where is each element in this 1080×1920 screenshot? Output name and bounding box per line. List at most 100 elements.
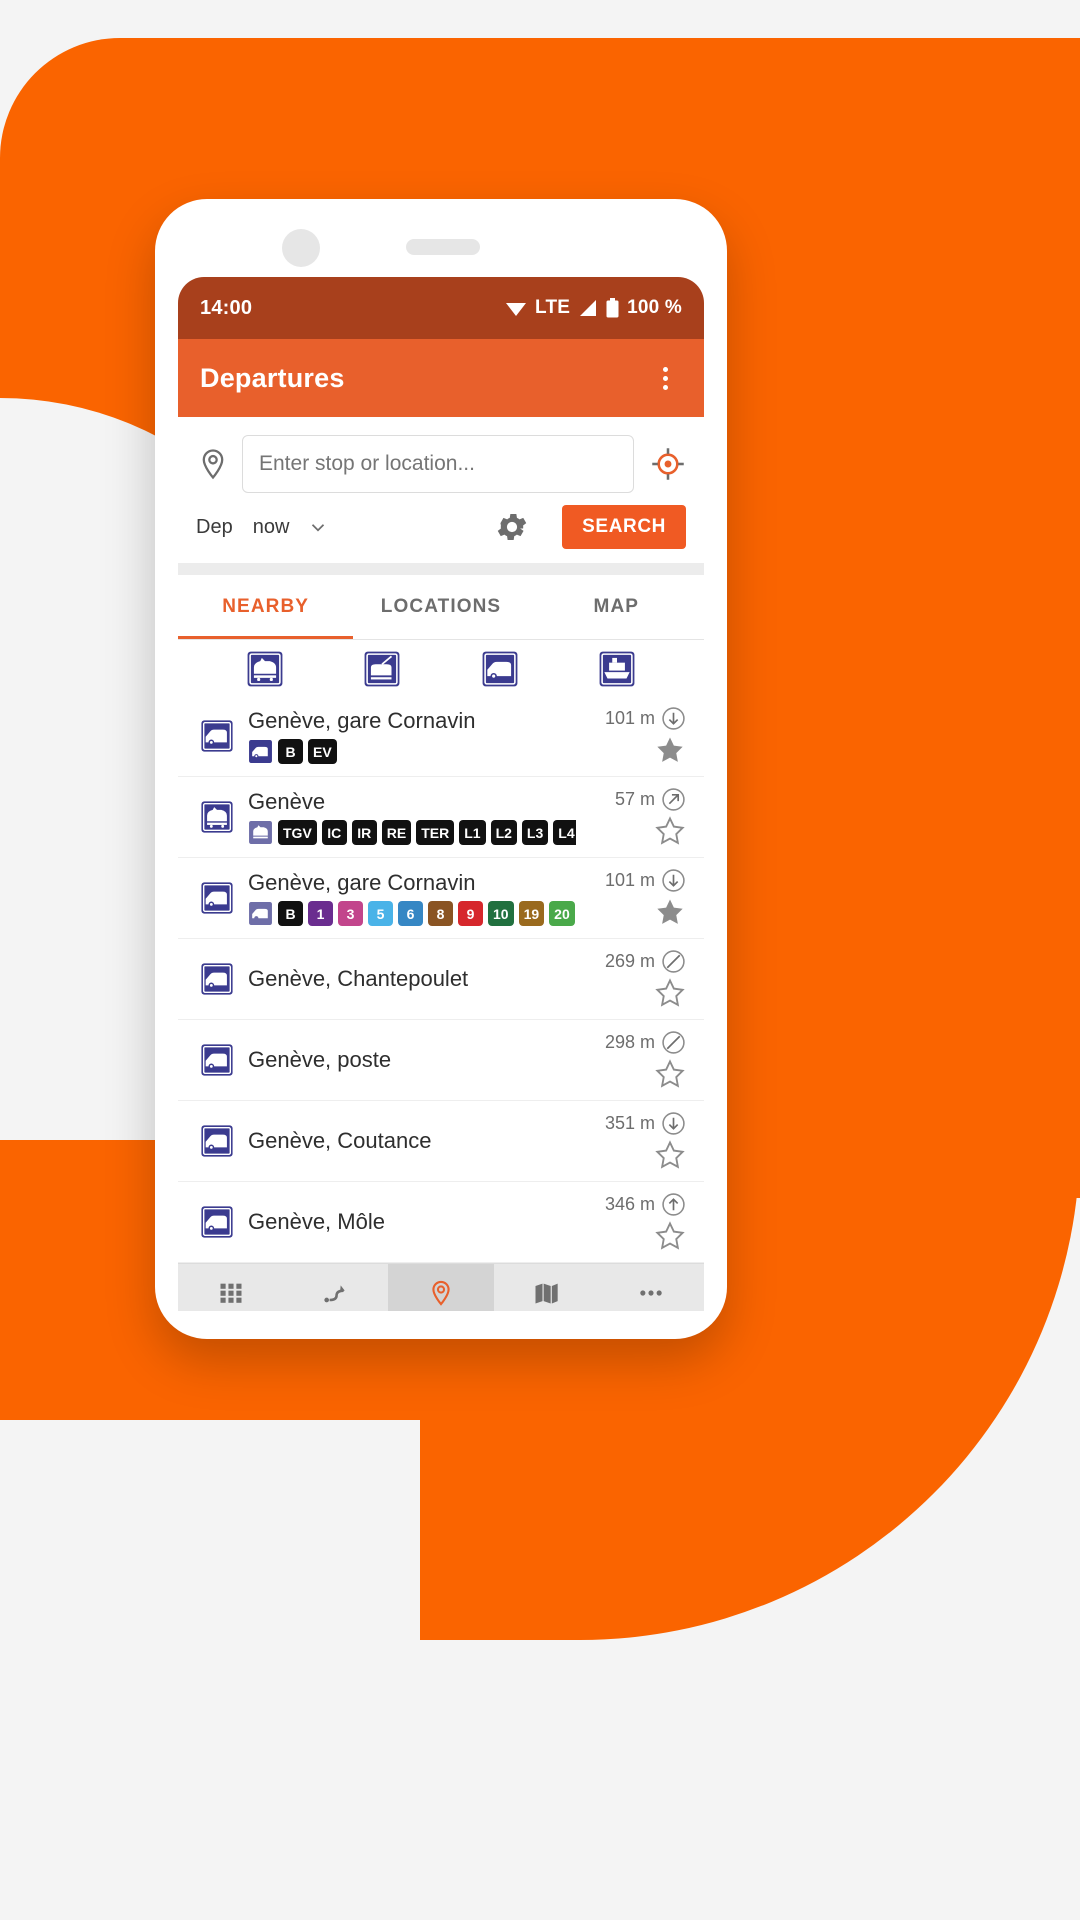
earpiece-speaker bbox=[406, 239, 480, 255]
favorite-star-outline[interactable] bbox=[654, 1058, 686, 1090]
nav-item-departures[interactable]: Departures bbox=[388, 1264, 494, 1311]
line-badge[interactable]: IR bbox=[351, 820, 377, 845]
signal-icon bbox=[578, 299, 598, 317]
tab-map[interactable]: MAP bbox=[529, 575, 704, 639]
line-badge[interactable]: RE bbox=[381, 820, 412, 845]
phone-top-bezel bbox=[155, 199, 727, 277]
stop-name: Genève, poste bbox=[248, 1047, 392, 1072]
stop-list-item[interactable]: Genève, poste 298 m bbox=[178, 1020, 704, 1101]
dep-time-value[interactable]: now bbox=[253, 516, 290, 539]
distance-line: 101 m bbox=[605, 706, 686, 731]
favorite-star-filled[interactable] bbox=[654, 896, 686, 928]
bus-mode-icon[interactable] bbox=[481, 650, 519, 688]
line-badge[interactable]: 8 bbox=[428, 901, 453, 926]
stop-meta: 101 m bbox=[576, 868, 686, 928]
nav-item-tickets[interactable]: Tickets bbox=[494, 1264, 599, 1311]
stop-list-item[interactable]: Genève TGV IC IR RE TER L1 L2 L3 L4 57 m bbox=[178, 777, 704, 858]
favorite-star-outline[interactable] bbox=[654, 815, 686, 847]
stop-name: Genève, gare Cornavin bbox=[248, 870, 476, 895]
battery-percent: 100 % bbox=[627, 297, 682, 318]
search-input[interactable] bbox=[259, 452, 617, 476]
line-badge[interactable]: 5 bbox=[368, 901, 393, 926]
line-badge[interactable]: L3 bbox=[521, 820, 549, 845]
line-badge[interactable]: 9 bbox=[458, 901, 483, 926]
stop-name: Genève, Chantepoulet bbox=[248, 966, 469, 991]
distance-text: 269 m bbox=[604, 951, 655, 971]
arrow-down-icon bbox=[661, 868, 686, 893]
dep-label: Dep bbox=[196, 515, 233, 538]
stop-info: Genève, Coutance bbox=[238, 1128, 576, 1154]
app-bar: Departures bbox=[178, 339, 704, 417]
stop-list-item[interactable]: Genève, Coutance 351 m bbox=[178, 1101, 704, 1182]
stop-meta: 346 m bbox=[576, 1192, 686, 1252]
location-pin-icon bbox=[196, 447, 230, 481]
line-badge[interactable]: L1 bbox=[459, 820, 486, 845]
tab-locations[interactable]: LOCATIONS bbox=[353, 575, 528, 639]
search-input-wrapper[interactable] bbox=[242, 435, 634, 493]
bus-mode-icon bbox=[196, 1043, 238, 1077]
search-button[interactable]: SEARCH bbox=[562, 505, 686, 549]
bottom-navigation: Home Trip Planner bbox=[178, 1263, 704, 1311]
stop-info: Genève, gare Cornavin B 1 3 5 6 8 9 10 1 bbox=[238, 870, 576, 926]
line-badge[interactable]: 19 bbox=[518, 901, 545, 926]
line-badge[interactable]: TGV bbox=[278, 820, 317, 845]
favorite-star-outline[interactable] bbox=[654, 1139, 686, 1171]
line-badge[interactable]: B bbox=[278, 901, 303, 926]
chevron-down-icon[interactable] bbox=[307, 516, 329, 538]
wifi-icon bbox=[505, 299, 527, 317]
line-badge[interactable]: IC bbox=[321, 820, 347, 845]
distance-text: 346 m bbox=[604, 1194, 655, 1214]
line-badge[interactable]: EV bbox=[308, 739, 337, 764]
stop-name: Genève bbox=[248, 789, 326, 814]
stop-list-item[interactable]: Genève, gare Cornavin B 1 3 5 6 8 9 10 1 bbox=[178, 858, 704, 939]
train-mode-icon[interactable] bbox=[246, 650, 284, 688]
line-badge[interactable]: TER bbox=[416, 820, 455, 845]
stop-meta: 269 m bbox=[576, 949, 686, 1009]
line-badge[interactable]: 3 bbox=[338, 901, 363, 926]
line-badge[interactable]: L4 bbox=[553, 820, 576, 845]
gps-target-icon[interactable] bbox=[650, 446, 686, 482]
favorite-star-outline[interactable] bbox=[654, 1220, 686, 1252]
distance-text: 298 m bbox=[604, 1032, 655, 1052]
stop-meta: 351 m bbox=[576, 1111, 686, 1171]
nav-item-more[interactable]: More bbox=[599, 1264, 704, 1311]
network-label: LTE bbox=[535, 297, 571, 318]
overflow-menu-icon[interactable] bbox=[648, 361, 682, 395]
transport-mode-filter-row bbox=[178, 640, 704, 696]
favorite-star-filled[interactable] bbox=[654, 734, 686, 766]
tab-nearby[interactable]: NEARBY bbox=[178, 575, 354, 639]
distance-line: 298 m bbox=[605, 1030, 686, 1055]
stop-info: Genève, gare Cornavin B EV bbox=[238, 708, 576, 764]
tram-mode-icon[interactable] bbox=[363, 650, 401, 688]
nav-item-home[interactable]: Home bbox=[178, 1264, 283, 1311]
distance-line: 101 m bbox=[605, 868, 686, 893]
distance-text: 101 m bbox=[604, 708, 655, 728]
stop-list-item[interactable]: Genève, gare Cornavin B EV 101 m bbox=[178, 696, 704, 777]
status-time: 14:00 bbox=[200, 296, 253, 319]
stop-list-item[interactable]: Genève, Chantepoulet 269 m bbox=[178, 939, 704, 1020]
arrow-up-right-icon bbox=[661, 787, 686, 812]
distance-text: 57 m bbox=[614, 789, 655, 809]
line-badge[interactable]: B bbox=[278, 739, 303, 764]
stop-name: Genève, Coutance bbox=[248, 1128, 432, 1153]
bus-mode-icon bbox=[248, 739, 273, 764]
stop-info: Genève, Môle bbox=[238, 1209, 576, 1235]
line-badge[interactable]: 20 bbox=[549, 901, 575, 926]
line-badge[interactable]: L2 bbox=[490, 820, 517, 845]
tab-bar: NEARBY LOCATIONS MAP bbox=[178, 575, 704, 639]
ship-mode-icon[interactable] bbox=[598, 650, 636, 688]
stop-list-item[interactable]: Genève, Môle 346 m bbox=[178, 1182, 704, 1263]
arrow-down-icon bbox=[661, 706, 686, 731]
line-badges: TGV IC IR RE TER L1 L2 L3 L4 L5 L6 bbox=[248, 820, 576, 845]
bus-mode-icon bbox=[248, 901, 273, 926]
section-divider bbox=[178, 563, 704, 575]
nav-item-trip-planner[interactable]: Trip Planner bbox=[283, 1264, 388, 1311]
bus-mode-icon bbox=[196, 719, 238, 753]
line-badge[interactable]: 6 bbox=[398, 901, 423, 926]
line-badge[interactable]: 10 bbox=[488, 901, 514, 926]
background-bottom-cut bbox=[0, 1420, 420, 1660]
line-badges: B EV bbox=[248, 739, 576, 764]
line-badge[interactable]: 1 bbox=[308, 901, 333, 926]
favorite-star-outline[interactable] bbox=[654, 977, 686, 1009]
gear-icon[interactable] bbox=[494, 509, 530, 545]
